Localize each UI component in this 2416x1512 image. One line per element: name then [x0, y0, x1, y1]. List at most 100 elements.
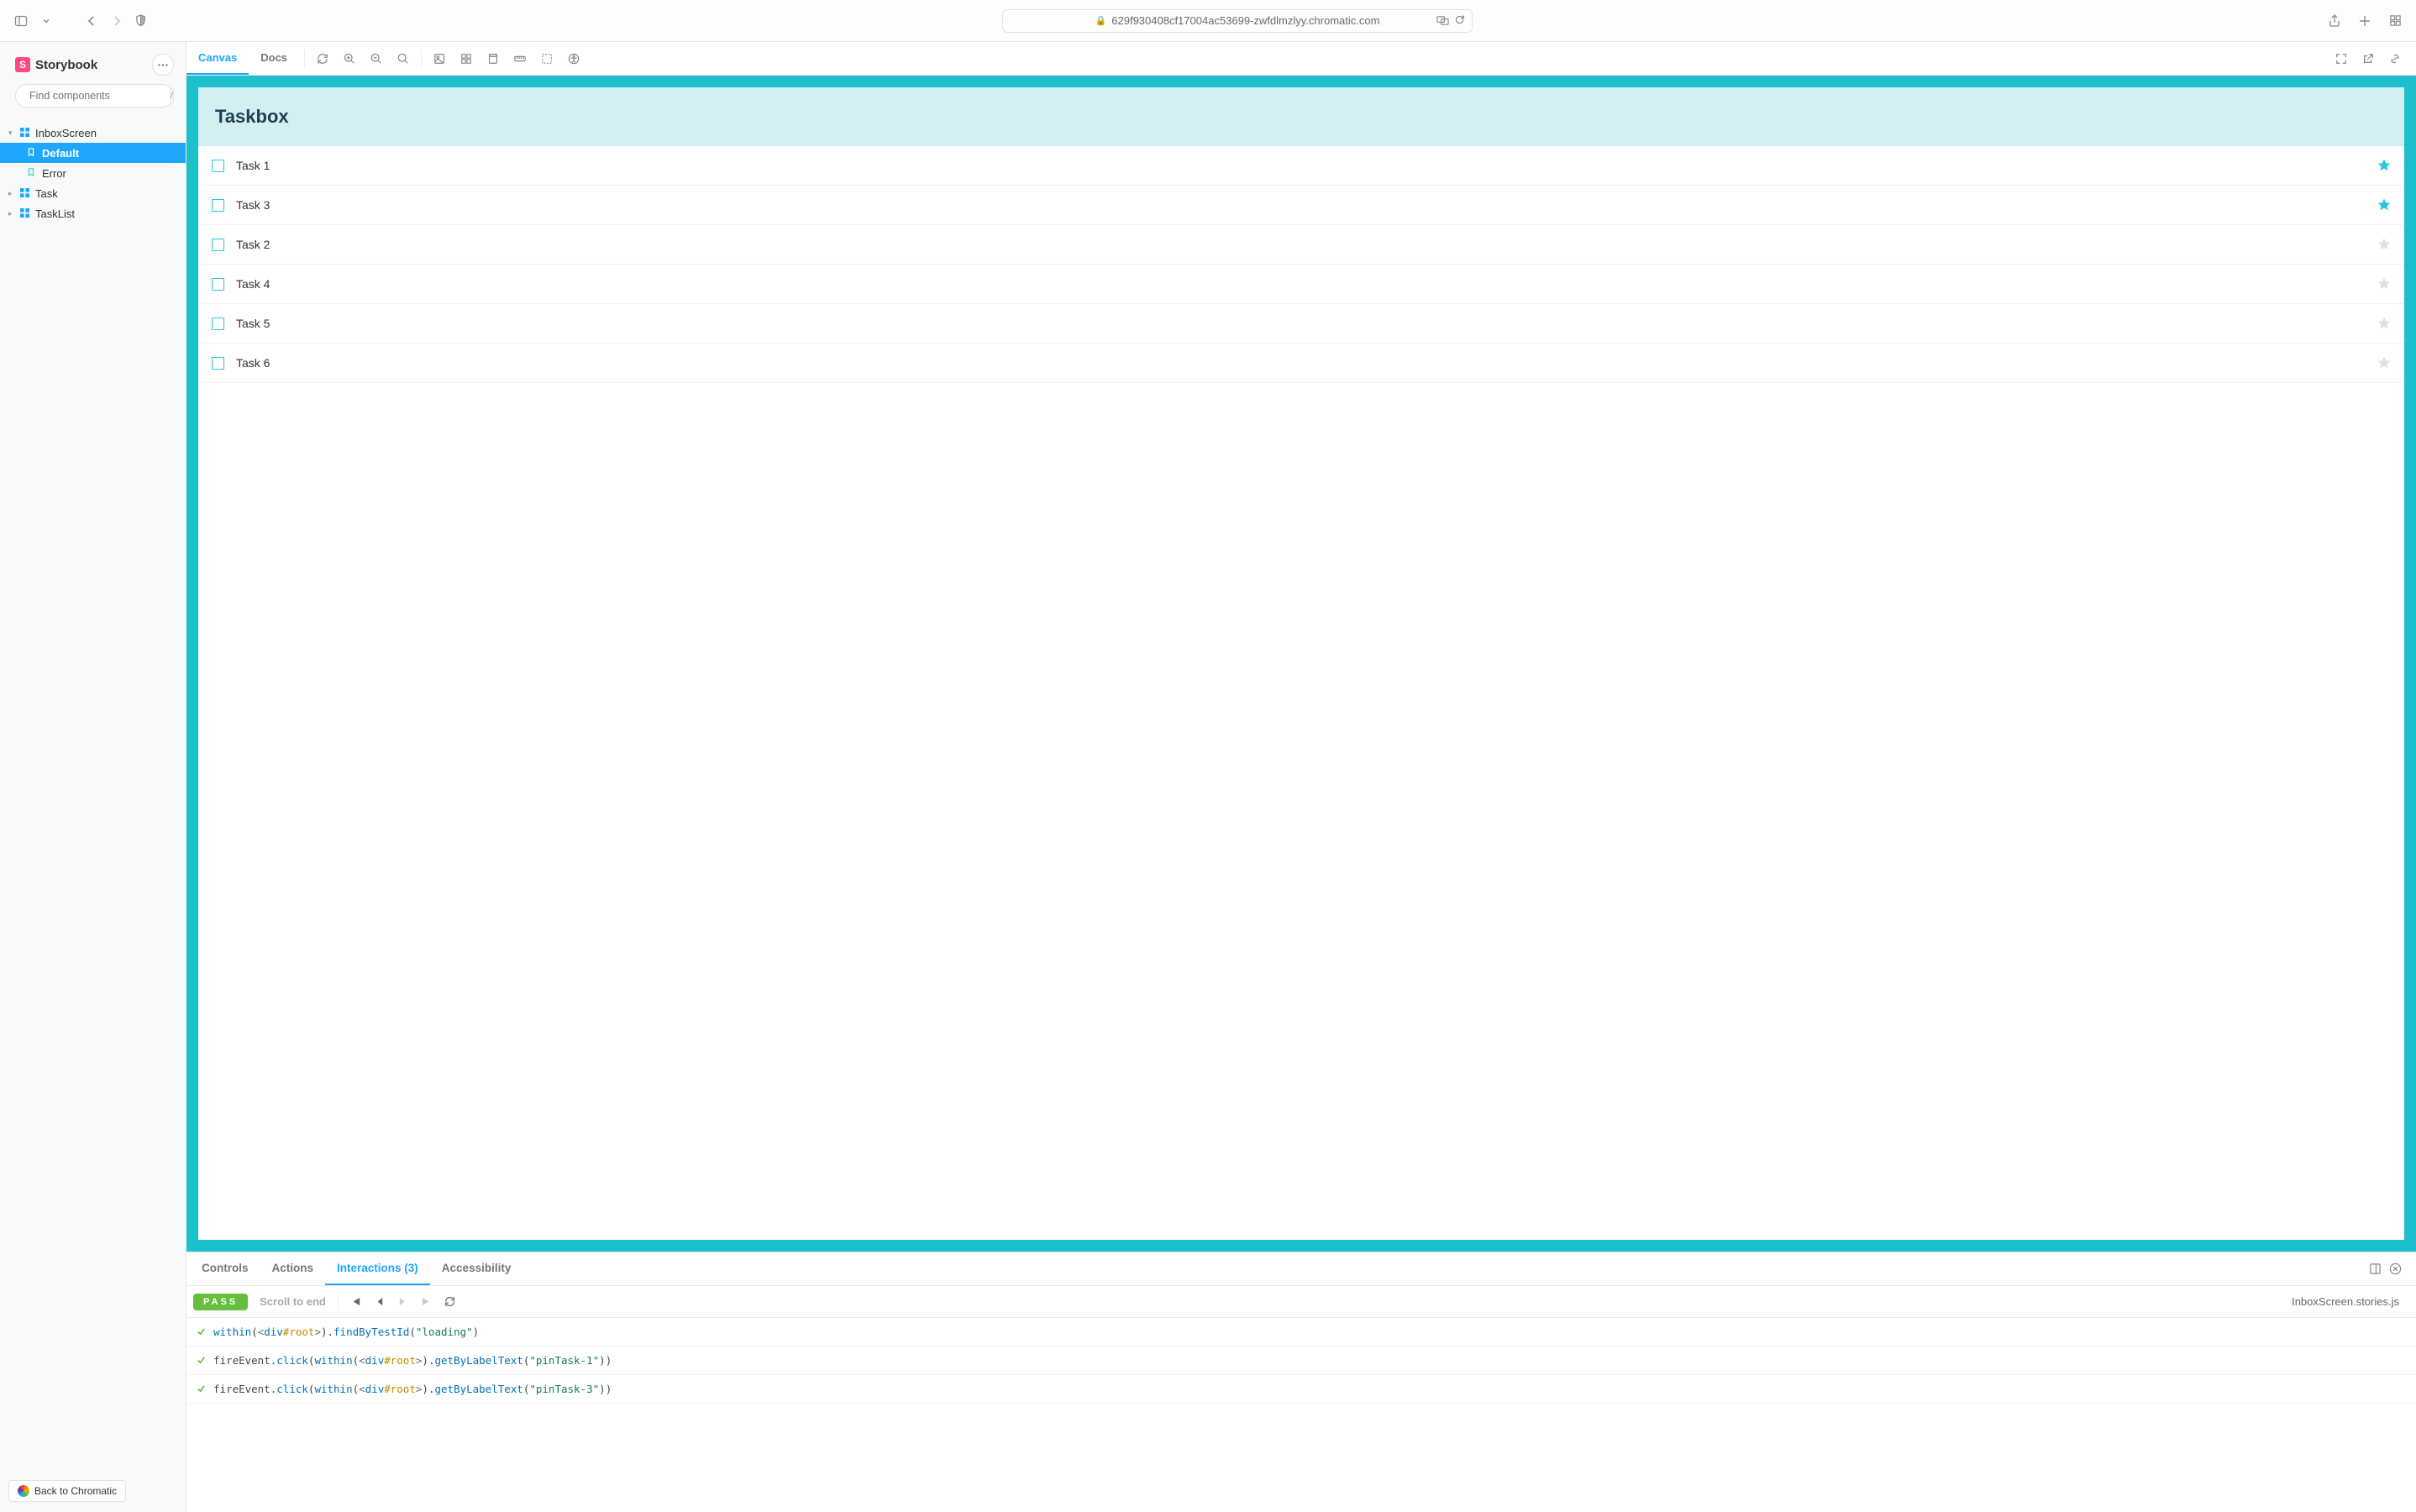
- a11y-icon[interactable]: [561, 46, 586, 71]
- outline-icon[interactable]: [534, 46, 559, 71]
- go-to-end-icon[interactable]: [421, 1296, 433, 1308]
- task-checkbox[interactable]: [212, 160, 224, 172]
- tree-component-tasklist[interactable]: ▸TaskList: [0, 203, 186, 223]
- rerun-icon[interactable]: [444, 1296, 456, 1308]
- interaction-code: fireEvent.click(within(<div#root>).getBy…: [213, 1354, 612, 1367]
- tree-story-error[interactable]: Error: [0, 163, 186, 183]
- interactions-file: InboxScreen.stories.js: [2292, 1295, 2409, 1308]
- task-row: Task 3: [198, 186, 2404, 225]
- remount-icon[interactable]: [310, 46, 335, 71]
- zoom-out-icon[interactable]: [364, 46, 389, 71]
- canvas: Taskbox Task 1 Task 3 Task 2 Task 4 Task…: [186, 76, 2416, 1252]
- check-icon: [197, 1327, 207, 1336]
- task-checkbox[interactable]: [212, 318, 224, 330]
- task-title[interactable]: Task 1: [236, 159, 2366, 172]
- task-pin-star[interactable]: [2377, 238, 2391, 251]
- open-new-tab-icon[interactable]: [2356, 46, 2381, 71]
- zoom-in-icon[interactable]: [337, 46, 362, 71]
- tab-docs[interactable]: Docs: [249, 42, 299, 75]
- translate-icon[interactable]: [1436, 14, 1449, 27]
- share-icon[interactable]: [2327, 13, 2342, 29]
- grid-icon[interactable]: [454, 46, 479, 71]
- task-row: Task 5: [198, 304, 2404, 344]
- task-pin-star[interactable]: [2377, 317, 2391, 330]
- measure-icon[interactable]: [507, 46, 533, 71]
- sidebar-menu-button[interactable]: [152, 54, 174, 76]
- new-tab-icon[interactable]: [2357, 13, 2372, 29]
- storybook-logo-mark: S: [15, 57, 30, 72]
- task-pin-star[interactable]: [2377, 356, 2391, 370]
- go-to-start-icon[interactable]: [350, 1296, 362, 1308]
- tree-label: Error: [42, 167, 66, 180]
- copy-link-icon[interactable]: [2382, 46, 2408, 71]
- task-row: Task 2: [198, 225, 2404, 265]
- browser-chrome: 🔒 629f930408cf17004ac53699-zwfdlmzlyy.ch…: [0, 0, 2416, 42]
- tabs-grid-icon[interactable]: [2387, 13, 2403, 29]
- interaction-row[interactable]: fireEvent.click(within(<div#root>).getBy…: [186, 1375, 2416, 1404]
- addon-tab-controls[interactable]: Controls: [190, 1252, 260, 1285]
- task-row: Task 4: [198, 265, 2404, 304]
- task-checkbox[interactable]: [212, 199, 224, 212]
- component-icon: [20, 208, 30, 218]
- zoom-reset-icon[interactable]: [391, 46, 416, 71]
- addon-tab-interactions[interactable]: Interactions (3): [325, 1252, 430, 1285]
- taskbox-title: Taskbox: [215, 106, 2387, 128]
- tree-label: Default: [42, 147, 79, 160]
- task-row: Task 1: [198, 146, 2404, 186]
- scroll-to-end-button[interactable]: Scroll to end: [260, 1295, 326, 1308]
- task-title[interactable]: Task 5: [236, 317, 2366, 330]
- search-input[interactable]: [29, 90, 165, 102]
- search-shortcut: /: [170, 88, 174, 103]
- taskbox-app: Taskbox Task 1 Task 3 Task 2 Task 4 Task…: [198, 87, 2404, 1240]
- reload-icon[interactable]: [1454, 14, 1465, 27]
- tree-story-default[interactable]: Default: [0, 143, 186, 163]
- url-text: 629f930408cf17004ac53699-zwfdlmzlyy.chro…: [1111, 14, 1379, 27]
- task-row: Task 6: [198, 344, 2404, 383]
- background-icon[interactable]: [427, 46, 452, 71]
- interaction-code: fireEvent.click(within(<div#root>).getBy…: [213, 1383, 612, 1395]
- interaction-row[interactable]: within(<div#root>).findByTestId("loading…: [186, 1318, 2416, 1347]
- addons-close-icon[interactable]: [2389, 1263, 2403, 1276]
- tree-label: Task: [35, 187, 58, 200]
- shield-icon[interactable]: [133, 13, 148, 29]
- toolbar: Canvas Docs: [186, 42, 2416, 76]
- sidebar-toggle-icon[interactable]: [13, 13, 29, 29]
- tree-component-inboxscreen[interactable]: ▾InboxScreen: [0, 123, 186, 143]
- component-icon: [20, 188, 30, 198]
- nav-back-icon[interactable]: [84, 13, 99, 29]
- fullscreen-icon[interactable]: [2329, 46, 2354, 71]
- task-title[interactable]: Task 2: [236, 238, 2366, 251]
- component-icon: [20, 128, 30, 138]
- task-title[interactable]: Task 4: [236, 277, 2366, 291]
- chromatic-label: Back to Chromatic: [34, 1485, 117, 1497]
- nav-forward-icon[interactable]: [109, 13, 124, 29]
- tab-canvas[interactable]: Canvas: [186, 42, 249, 75]
- story-icon: [27, 148, 37, 158]
- task-pin-star[interactable]: [2377, 277, 2391, 291]
- step-back-icon[interactable]: [374, 1296, 386, 1308]
- interaction-row[interactable]: fireEvent.click(within(<div#root>).getBy…: [186, 1347, 2416, 1375]
- addons-panel: Controls Actions Interactions (3) Access…: [186, 1252, 2416, 1512]
- tree-component-task[interactable]: ▸Task: [0, 183, 186, 203]
- addons-orientation-icon[interactable]: [2369, 1263, 2382, 1276]
- sidebar-search[interactable]: /: [15, 84, 174, 108]
- step-forward-icon[interactable]: [397, 1296, 409, 1308]
- chevron-down-icon[interactable]: [39, 13, 54, 29]
- addon-tab-a11y[interactable]: Accessibility: [430, 1252, 523, 1285]
- addon-tab-actions[interactable]: Actions: [260, 1252, 326, 1285]
- task-checkbox[interactable]: [212, 278, 224, 291]
- viewport-icon[interactable]: [481, 46, 506, 71]
- task-pin-star[interactable]: [2377, 198, 2391, 212]
- task-title[interactable]: Task 3: [236, 198, 2366, 212]
- tree-label: TaskList: [35, 207, 75, 220]
- taskbox-header: Taskbox: [198, 87, 2404, 146]
- storybook-logo[interactable]: S Storybook: [15, 57, 97, 72]
- task-checkbox[interactable]: [212, 357, 224, 370]
- back-to-chromatic-button[interactable]: Back to Chromatic: [8, 1480, 126, 1502]
- task-title[interactable]: Task 6: [236, 356, 2366, 370]
- task-checkbox[interactable]: [212, 239, 224, 251]
- url-bar[interactable]: 🔒 629f930408cf17004ac53699-zwfdlmzlyy.ch…: [1002, 9, 1473, 33]
- task-pin-star[interactable]: [2377, 159, 2391, 172]
- tree-label: InboxScreen: [35, 127, 97, 139]
- chromatic-icon: [18, 1485, 29, 1497]
